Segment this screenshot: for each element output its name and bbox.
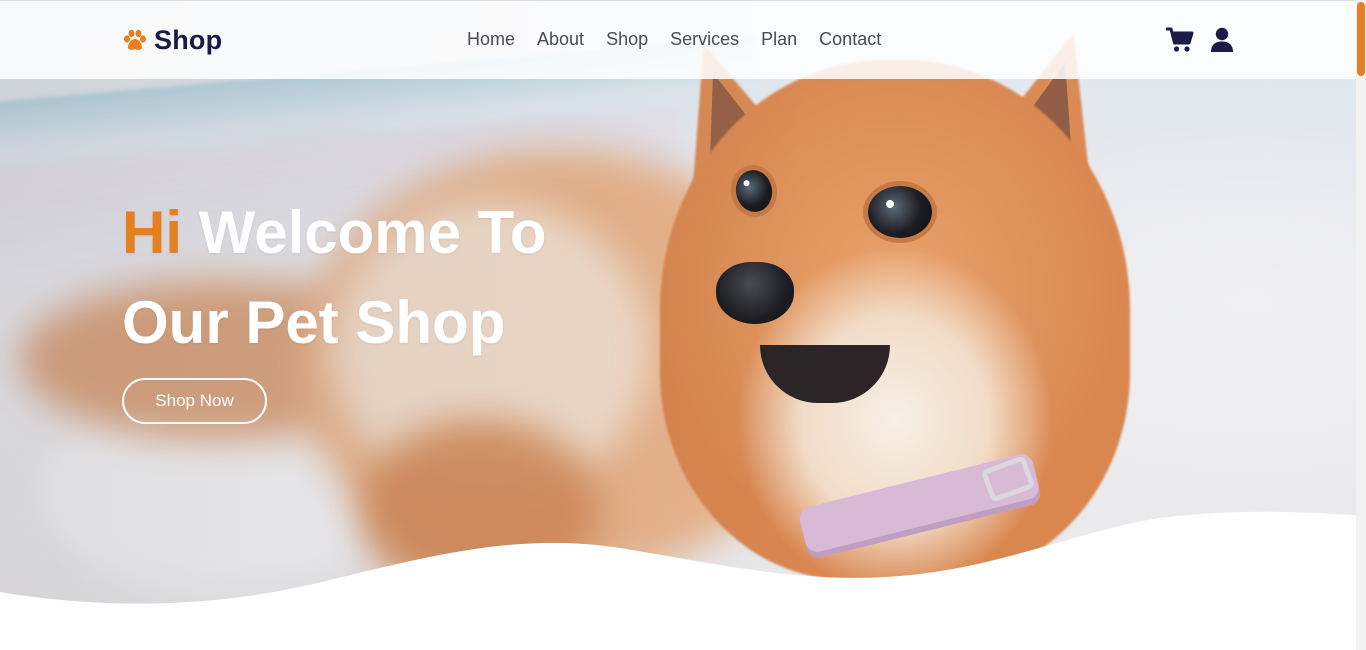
brand-logo[interactable]: Shop (122, 25, 222, 56)
nav-link-contact[interactable]: Contact (819, 29, 881, 50)
cart-icon[interactable] (1166, 27, 1194, 53)
hero-title-line1: Welcome To (182, 199, 547, 266)
shop-now-button[interactable]: Shop Now (122, 378, 267, 424)
site-header: Shop Home About Shop Services Plan Conta… (0, 0, 1356, 79)
nav-link-shop[interactable]: Shop (606, 29, 648, 50)
nav-link-about[interactable]: About (537, 29, 584, 50)
hero-title-accent: Hi (122, 199, 182, 266)
nav-link-plan[interactable]: Plan (761, 29, 797, 50)
hero-title: Hi Welcome To Our Pet Shop (122, 188, 722, 368)
nav-link-services[interactable]: Services (670, 29, 739, 50)
scrollbar-track[interactable] (1356, 0, 1366, 650)
hero-section: Shop Home About Shop Services Plan Conta… (0, 0, 1366, 650)
main-nav: Home About Shop Services Plan Contact (467, 29, 903, 50)
paw-icon (124, 29, 146, 50)
hero-title-line2: Our Pet Shop (122, 289, 506, 356)
scrollbar-thumb[interactable] (1357, 2, 1365, 76)
user-icon[interactable] (1210, 27, 1234, 53)
brand-name: Shop (154, 25, 223, 55)
nav-link-home[interactable]: Home (467, 29, 515, 50)
header-actions (1166, 27, 1234, 53)
